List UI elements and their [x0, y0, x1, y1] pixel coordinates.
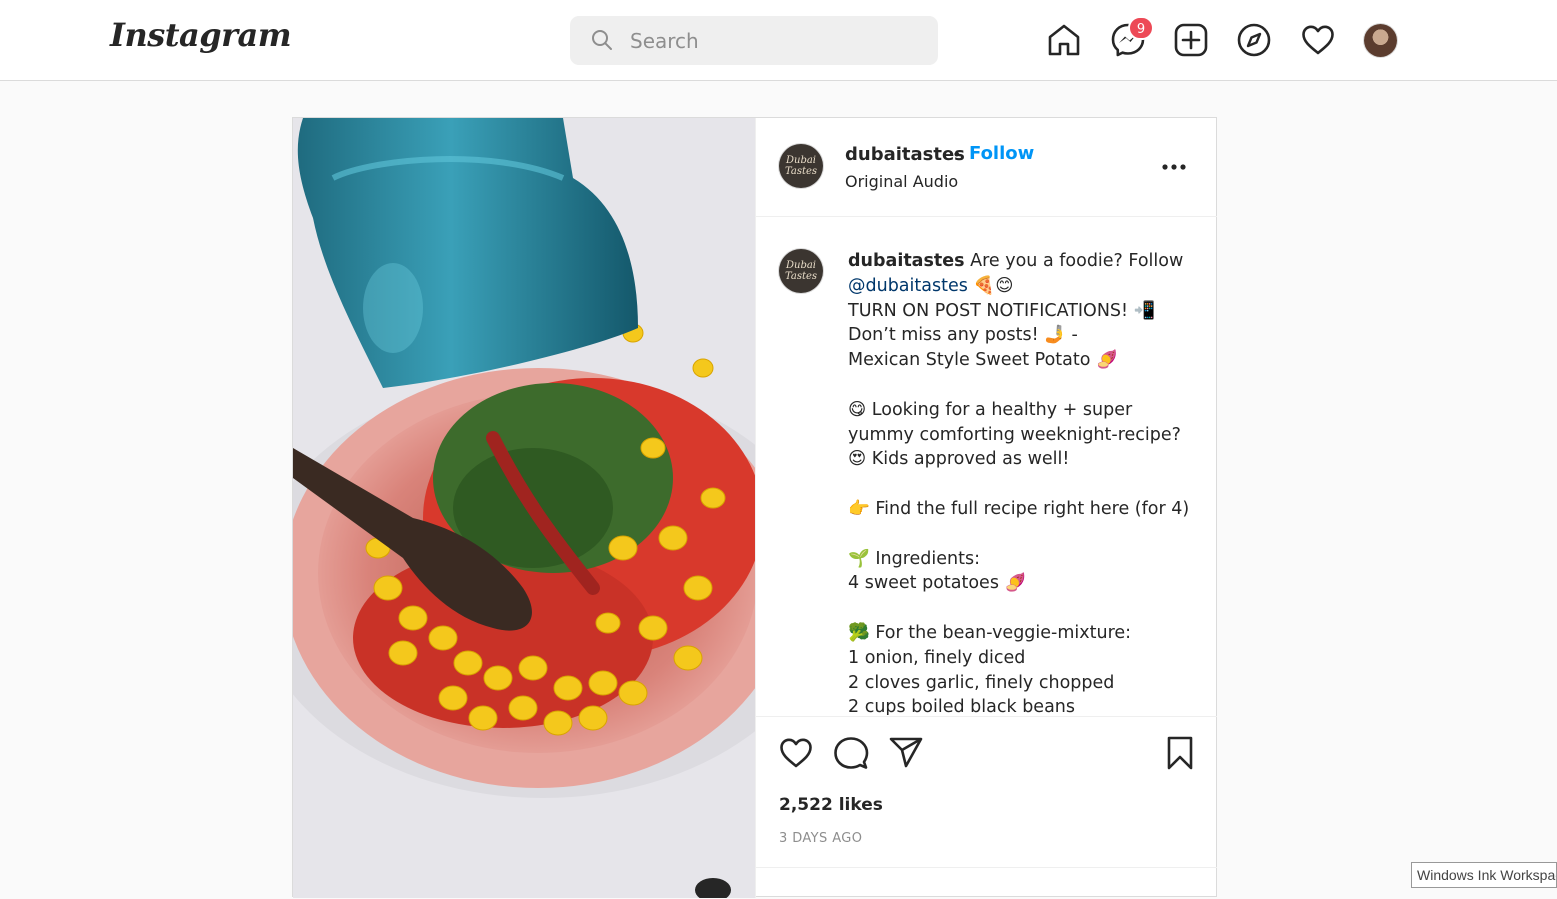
caption-first-line: Are you a foodie? Follow [964, 251, 1189, 271]
header-separator: • [952, 145, 962, 164]
post-actions-bar: 2,522 likes 3 DAYS AGO [756, 716, 1217, 899]
windows-ink-workspace-tooltip: Windows Ink Workspace [1411, 862, 1557, 888]
heart-icon [1302, 25, 1334, 55]
likes-count[interactable]: 2,522 likes [779, 795, 883, 815]
post-caption: dubaitastes Are you a foodie? Follow @du… [848, 249, 1193, 715]
caption-mention-link[interactable]: @dubaitastes [848, 276, 968, 296]
post-timestamp[interactable]: 3 DAYS AGO [779, 831, 862, 846]
messages-badge: 9 [1128, 16, 1154, 40]
more-icon [1162, 164, 1186, 170]
save-button[interactable] [1162, 735, 1198, 771]
like-button[interactable] [778, 735, 814, 771]
caption-scroll-area[interactable]: Dubai Tastes dubaitastes Are you a foodi… [756, 217, 1217, 715]
heart-icon [780, 738, 812, 768]
instagram-logo[interactable]: Instagram [110, 16, 292, 54]
home-button[interactable] [1046, 22, 1082, 58]
search-input[interactable] [628, 24, 922, 58]
post-details-panel: Dubai Tastes dubaitastes • Follow Origin… [755, 118, 1217, 898]
new-post-button[interactable] [1173, 22, 1209, 58]
caption-body: 🍕😊 TURN ON POST NOTIFICATIONS! 📲 Don’t m… [848, 275, 1190, 715]
caption-username[interactable]: dubaitastes [848, 251, 965, 271]
divider [756, 867, 1217, 868]
home-icon [1048, 24, 1080, 56]
follow-button[interactable]: Follow [969, 143, 1034, 164]
search-icon [592, 30, 612, 50]
post-video[interactable] [293, 118, 755, 898]
share-button[interactable] [888, 735, 924, 771]
activity-button[interactable] [1300, 22, 1336, 58]
author-avatar[interactable]: Dubai Tastes [779, 144, 823, 188]
author-username[interactable]: dubaitastes [845, 144, 965, 165]
paper-plane-icon [889, 737, 923, 768]
caption-avatar-text: Dubai Tastes [784, 260, 818, 282]
food-bowl-image [293, 118, 755, 898]
bookmark-icon [1167, 736, 1193, 770]
post-header: Dubai Tastes dubaitastes • Follow Origin… [756, 118, 1217, 217]
author-avatar-text: Dubai Tastes [784, 155, 818, 177]
more-options-button[interactable] [1161, 154, 1191, 180]
search-box[interactable] [570, 16, 938, 65]
top-navigation-bar: Instagram 9 [0, 0, 1557, 81]
comment-button[interactable] [833, 735, 869, 771]
audio-label[interactable]: Original Audio [845, 172, 958, 191]
explore-button[interactable] [1236, 22, 1272, 58]
comment-icon [834, 737, 869, 769]
post-card: Dubai Tastes dubaitastes • Follow Origin… [292, 117, 1217, 898]
caption-avatar[interactable]: Dubai Tastes [779, 249, 823, 293]
compass-icon [1237, 23, 1271, 57]
plus-square-icon [1174, 23, 1208, 57]
profile-avatar[interactable] [1364, 24, 1397, 57]
